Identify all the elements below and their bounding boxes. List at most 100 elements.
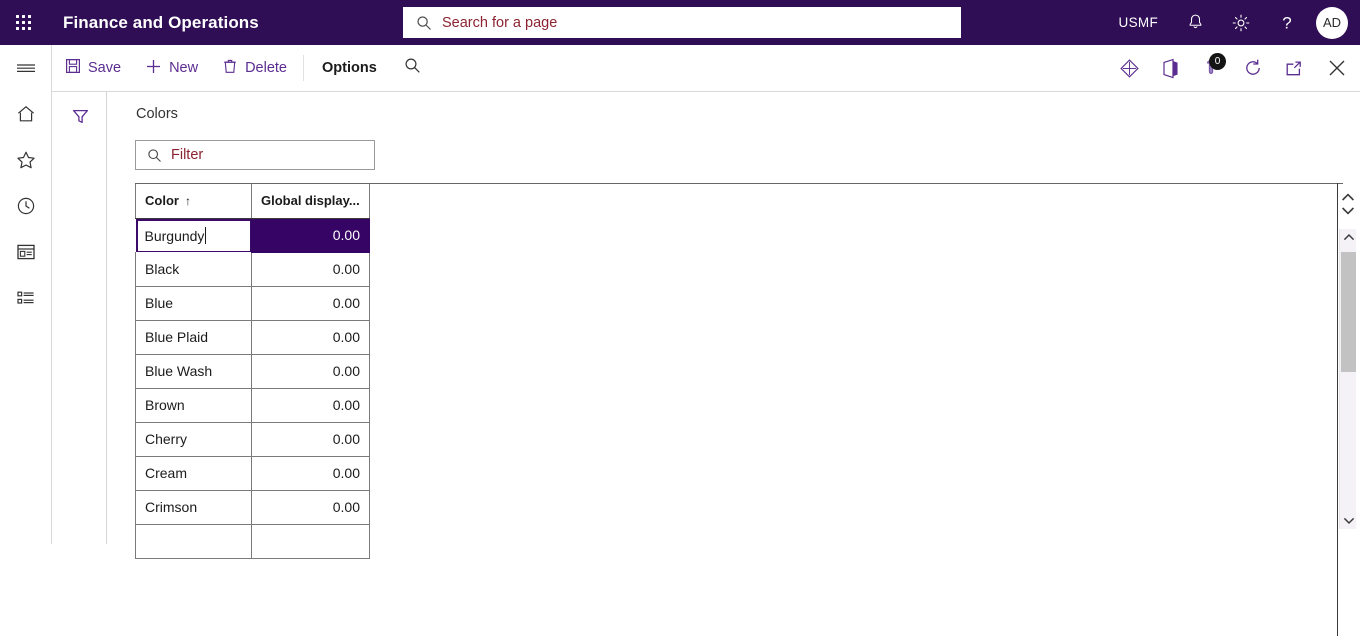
cell-global-display[interactable] xyxy=(251,524,370,559)
grid-empty-panel xyxy=(369,184,1343,545)
page-title: Colors xyxy=(136,106,178,122)
new-button[interactable]: New xyxy=(133,45,210,91)
cell-color-editing[interactable]: Burgundy xyxy=(135,218,252,252)
colors-table: Color ↑ Global display... Burgundy 0.00 B… xyxy=(135,184,370,559)
search-icon xyxy=(404,57,421,79)
new-button-label: New xyxy=(169,60,199,76)
attachment-icon[interactable]: 0 xyxy=(1191,45,1232,91)
table-body: Burgundy 0.00 Black 0.00 Blue 0.00 Blue … xyxy=(135,218,370,559)
column-header-global-display[interactable]: Global display... xyxy=(251,184,370,219)
cell-global-display[interactable]: 0.00 xyxy=(251,286,370,321)
sidebar-item-favorites[interactable] xyxy=(0,137,52,183)
global-search-placeholder: Search for a page xyxy=(442,14,558,31)
cell-color[interactable]: Blue Plaid xyxy=(135,320,252,355)
cell-color[interactable] xyxy=(135,524,252,559)
company-selector[interactable]: USMF xyxy=(1105,15,1172,30)
cell-global-display[interactable]: 0.00 xyxy=(251,422,370,457)
options-button-label: Options xyxy=(322,60,377,76)
grid-filter-input[interactable]: Filter xyxy=(135,140,375,170)
sidebar-item-home[interactable] xyxy=(0,91,52,137)
settings-gear-icon[interactable] xyxy=(1218,0,1264,45)
open-in-new-window-icon[interactable] xyxy=(1273,45,1314,91)
cell-global-display[interactable]: 0.00 xyxy=(251,320,370,355)
sidebar-item-recent[interactable] xyxy=(0,183,52,229)
delete-button[interactable]: Delete xyxy=(210,45,299,91)
attachment-count-badge: 0 xyxy=(1209,53,1226,70)
sort-ascending-icon: ↑ xyxy=(184,194,191,209)
record-navigation xyxy=(1339,183,1356,225)
diamond-personalize-icon[interactable] xyxy=(1109,45,1150,91)
cell-global-display[interactable]: 0.00 xyxy=(251,490,370,525)
command-divider xyxy=(303,55,304,81)
column-header-color-label: Color xyxy=(145,193,179,209)
sidebar-item-workspaces[interactable] xyxy=(0,229,52,275)
cell-color[interactable]: Brown xyxy=(135,388,252,423)
table-row[interactable]: Blue Wash 0.00 xyxy=(135,354,370,389)
app-launcher-button[interactable] xyxy=(0,0,48,45)
notifications-bell-icon[interactable] xyxy=(1172,0,1218,45)
filter-pane-column xyxy=(53,92,107,544)
table-row[interactable]: Blue 0.00 xyxy=(135,286,370,321)
app-title: Finance and Operations xyxy=(63,12,259,32)
table-row[interactable]: Black 0.00 xyxy=(135,252,370,287)
command-bar-left: Save New Delete Options xyxy=(53,45,434,91)
table-row[interactable]: Cherry 0.00 xyxy=(135,422,370,457)
table-row[interactable]: Burgundy 0.00 xyxy=(135,218,370,253)
scrollbar-thumb[interactable] xyxy=(1341,252,1356,372)
scroll-down-arrow-icon[interactable] xyxy=(1340,512,1357,529)
cell-global-display[interactable]: 0.00 xyxy=(251,388,370,423)
refresh-icon[interactable] xyxy=(1232,45,1273,91)
sidebar-item-modules[interactable] xyxy=(0,275,52,321)
cell-color[interactable]: Black xyxy=(135,252,252,287)
scroll-up-arrow-icon[interactable] xyxy=(1340,229,1357,246)
main-content: Colors Filter Color ↑ Global display... xyxy=(108,92,1360,636)
table-row[interactable]: Crimson 0.00 xyxy=(135,490,370,525)
app-header: Finance and Operations Search for a page… xyxy=(0,0,1360,45)
options-button[interactable]: Options xyxy=(308,45,391,91)
left-navigation-rail xyxy=(0,45,52,544)
cell-color[interactable]: Cherry xyxy=(135,422,252,457)
table-row[interactable]: Blue Plaid 0.00 xyxy=(135,320,370,355)
grid-filter-placeholder: Filter xyxy=(171,147,204,163)
search-icon xyxy=(416,15,432,31)
waffle-grid-icon xyxy=(16,14,32,31)
table-row[interactable] xyxy=(135,524,370,559)
cell-color[interactable]: Cream xyxy=(135,456,252,491)
vertical-scrollbar[interactable] xyxy=(1339,229,1356,529)
table-row[interactable]: Brown 0.00 xyxy=(135,388,370,423)
record-next-chevron-down-icon[interactable] xyxy=(1341,205,1355,216)
table-header-row: Color ↑ Global display... xyxy=(135,184,370,219)
close-x-icon[interactable] xyxy=(1314,45,1360,91)
trash-icon xyxy=(222,58,238,78)
header-right-tools: USMF ? AD xyxy=(1105,0,1360,45)
data-grid: Color ↑ Global display... Burgundy 0.00 B… xyxy=(135,183,1343,559)
cell-global-display[interactable]: 0.00 xyxy=(251,252,370,287)
cell-global-display[interactable]: 0.00 xyxy=(251,456,370,491)
table-row[interactable]: Cream 0.00 xyxy=(135,456,370,491)
color-edit-value: Burgundy xyxy=(144,227,205,244)
column-header-color[interactable]: Color ↑ xyxy=(135,184,252,219)
office-app-icon[interactable] xyxy=(1150,45,1191,91)
command-bar-right: 0 xyxy=(1109,45,1360,91)
text-caret xyxy=(205,227,207,244)
cell-global-display-selected[interactable]: 0.00 xyxy=(251,218,370,253)
cell-color[interactable]: Blue Wash xyxy=(135,354,252,389)
record-prev-chevron-up-icon[interactable] xyxy=(1341,192,1355,203)
grid-panel-right-edge xyxy=(1337,183,1338,636)
delete-button-label: Delete xyxy=(245,60,287,76)
save-floppy-icon xyxy=(65,58,81,78)
hamburger-menu-icon[interactable] xyxy=(0,45,52,91)
search-icon xyxy=(147,148,162,163)
color-edit-input[interactable]: Burgundy xyxy=(135,218,252,252)
plus-icon xyxy=(145,58,162,79)
save-button[interactable]: Save xyxy=(53,45,133,91)
filter-funnel-icon[interactable] xyxy=(53,92,107,140)
global-search-box[interactable]: Search for a page xyxy=(403,7,961,38)
command-search-button[interactable] xyxy=(391,45,434,91)
svg-text:?: ? xyxy=(1282,13,1291,32)
help-question-icon[interactable]: ? xyxy=(1264,0,1310,45)
cell-color[interactable]: Crimson xyxy=(135,490,252,525)
cell-global-display[interactable]: 0.00 xyxy=(251,354,370,389)
avatar[interactable]: AD xyxy=(1316,6,1348,39)
cell-color[interactable]: Blue xyxy=(135,286,252,321)
